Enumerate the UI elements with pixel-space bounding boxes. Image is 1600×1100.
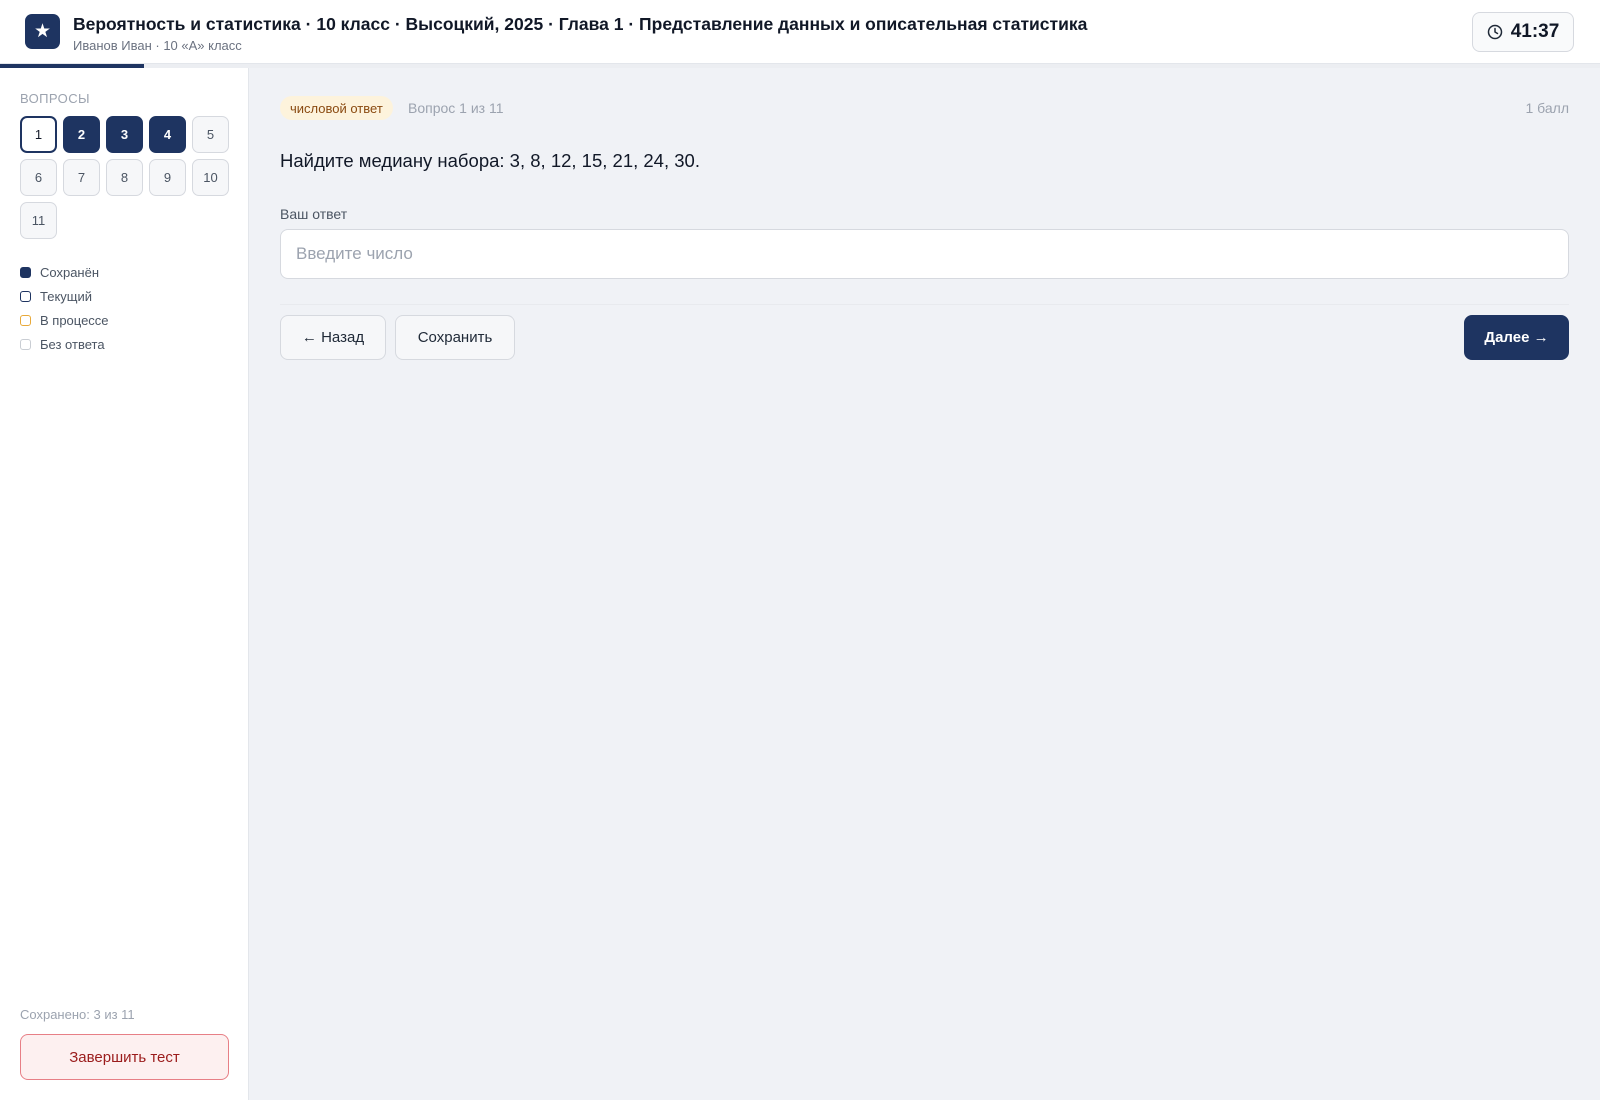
status-legend: Сохранён Текущий В процессе Без ответа [20, 260, 109, 356]
clock-icon [1487, 24, 1502, 40]
question-nav-button[interactable]: 1 [20, 116, 57, 153]
question-nav-button[interactable]: 6 [20, 159, 57, 196]
timer-value: 41:37 [1510, 21, 1560, 42]
answer-input[interactable] [280, 229, 1569, 279]
question-nav-button[interactable]: 7 [63, 159, 100, 196]
legend-label: Без ответа [40, 336, 105, 352]
legend-swatch-progress [20, 314, 31, 326]
question-nav-button[interactable]: 11 [20, 202, 57, 239]
question-type-badge: числовой ответ [280, 96, 393, 120]
finish-test-button[interactable]: Завершить тест [20, 1034, 229, 1080]
divider [280, 304, 1569, 305]
student-info: Иванов Иван · 10 «А» класс [73, 38, 242, 53]
legend-label: В процессе [40, 312, 109, 328]
question-nav-button[interactable]: 10 [192, 159, 229, 196]
question-nav-button[interactable]: 8 [106, 159, 143, 196]
legend-item-empty: Без ответа [20, 332, 109, 356]
save-button[interactable]: Сохранить [395, 315, 515, 360]
test-title: Вероятность и статистика · 10 класс · Вы… [73, 14, 1088, 34]
question-text: Найдите медиану набора: 3, 8, 12, 15, 21… [280, 150, 700, 171]
legend-item-progress: В процессе [20, 308, 109, 332]
top-bar: ★ Вероятность и статистика · 10 класс · … [0, 0, 1600, 64]
question-nav-button[interactable]: 2 [63, 116, 100, 153]
legend-item-current: Текущий [20, 284, 109, 308]
question-sidebar: ВОПРОСЫ 1 2 3 4 5 6 7 8 9 10 11 Сохранён Текущий В п… [0, 68, 249, 1100]
timer: 41:37 [1472, 12, 1574, 52]
star-logo-icon: ★ [25, 14, 60, 49]
question-grid: 1 2 3 4 5 6 7 8 9 10 11 [20, 116, 250, 239]
legend-label: Сохранён [40, 264, 100, 280]
question-counter: Вопрос 1 из 11 [408, 100, 504, 116]
legend-item-saved: Сохранён [20, 260, 109, 284]
answer-label: Ваш ответ [280, 206, 348, 222]
question-panel: числовой ответ Вопрос 1 из 11 1 балл Най… [249, 68, 1600, 1100]
legend-swatch-empty [20, 338, 31, 350]
questions-heading: ВОПРОСЫ [20, 91, 90, 106]
legend-label: Текущий [40, 288, 92, 304]
legend-swatch-saved [20, 266, 31, 278]
question-nav-button[interactable]: 5 [192, 116, 229, 153]
question-nav-button[interactable]: 4 [149, 116, 186, 153]
question-nav-button[interactable]: 9 [149, 159, 186, 196]
back-button[interactable]: ← Назад [280, 315, 386, 360]
next-button[interactable]: Далее → [1464, 315, 1569, 360]
saved-count: Сохранено: 3 из 11 [20, 1007, 135, 1022]
question-nav-button[interactable]: 3 [106, 116, 143, 153]
legend-swatch-current [20, 290, 31, 302]
question-points: 1 балл [1525, 100, 1570, 116]
